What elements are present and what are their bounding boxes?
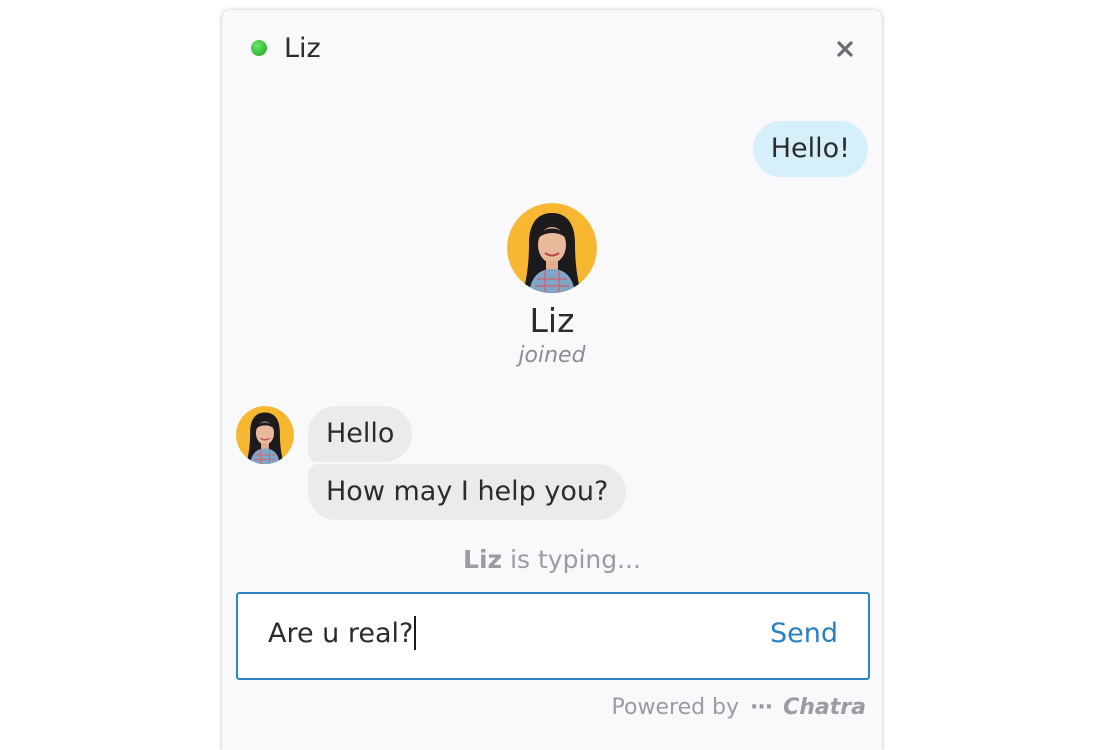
chatra-brand-link[interactable]: Chatra [783, 695, 866, 720]
agent-avatar-small [236, 406, 294, 464]
agent-photo [507, 203, 597, 293]
online-status-dot [251, 40, 267, 56]
chat-header: Liz [222, 10, 882, 90]
agent-joined-notice: Liz joined [222, 203, 882, 371]
typing-indicator: Liz is typing... [222, 544, 882, 576]
close-button[interactable] [831, 35, 859, 63]
message-composer: Are u real? Send [236, 592, 870, 680]
chatra-logo-dots-icon: ··· [750, 695, 773, 720]
joined-agent-name: Liz [529, 301, 575, 340]
text-caret [414, 615, 417, 650]
send-button[interactable]: Send [770, 616, 838, 652]
powered-by-footer[interactable]: Powered by ··· Chatra [612, 693, 866, 723]
typing-text: is typing... [510, 545, 641, 574]
message-input-value: Are u real? [268, 618, 414, 649]
incoming-message: How may I help you? [308, 464, 627, 520]
typing-agent-name: Liz [463, 545, 503, 574]
incoming-message: Hello [308, 406, 413, 462]
close-icon [837, 41, 853, 57]
powered-by-label: Powered by [611, 695, 740, 720]
chat-widget: Liz Hello! Liz joined Hello How may I he… [222, 10, 882, 750]
message-input[interactable]: Are u real? [268, 615, 708, 652]
joined-label: joined [518, 343, 586, 368]
agent-avatar-large [507, 203, 597, 293]
agent-name-title: Liz [284, 33, 321, 64]
agent-photo-small [236, 406, 294, 464]
outgoing-message: Hello! [752, 121, 868, 177]
